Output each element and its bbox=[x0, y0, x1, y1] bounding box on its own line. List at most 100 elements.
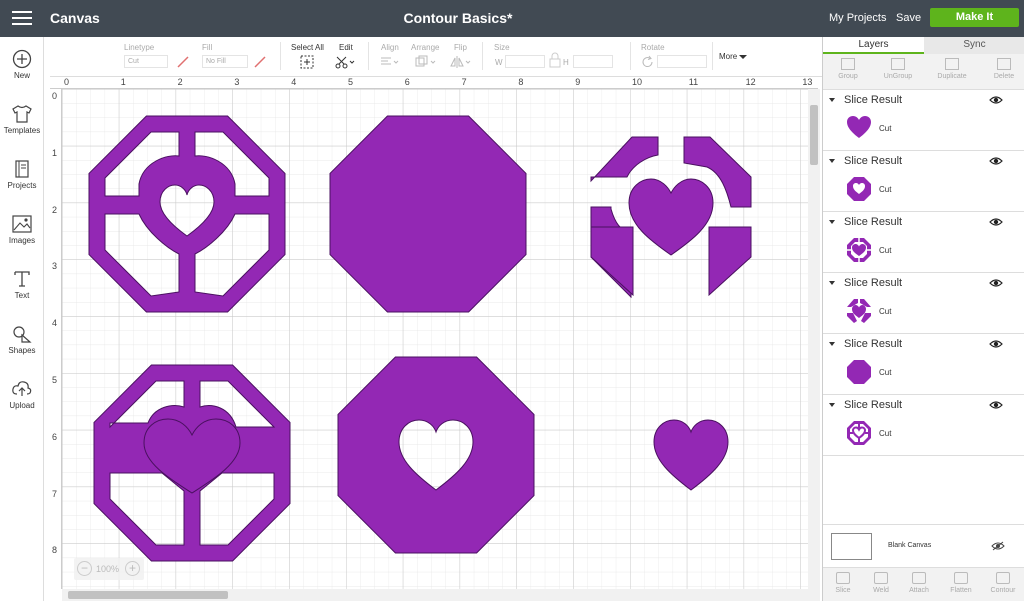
select-all-button[interactable]: Select All bbox=[291, 43, 324, 52]
align-menu[interactable]: Align bbox=[381, 43, 399, 52]
select-all-icon[interactable] bbox=[300, 55, 314, 69]
linetype-color-icon[interactable] bbox=[176, 55, 190, 69]
caret-down-icon[interactable] bbox=[829, 403, 835, 407]
caret-down-icon[interactable] bbox=[829, 159, 835, 163]
layer-linetype: Cut bbox=[879, 246, 892, 255]
shape-corners-heart[interactable] bbox=[590, 136, 752, 299]
layer-thumbnail[interactable] bbox=[845, 175, 873, 203]
layer-group[interactable]: Slice Result Cut bbox=[823, 90, 1024, 151]
layer-thumbnail[interactable] bbox=[845, 236, 873, 264]
shape-octagon-frame-solid-heart[interactable] bbox=[93, 364, 291, 562]
vertical-scrollbar[interactable] bbox=[808, 89, 820, 589]
eye-icon[interactable] bbox=[989, 400, 1003, 410]
sidebar-item-projects[interactable]: Projects bbox=[0, 159, 44, 209]
shape-octagon-solid[interactable] bbox=[329, 115, 527, 313]
width-label: W bbox=[495, 58, 503, 67]
edit-toolbar: Linetype Cut Fill No Fill Select All Edi… bbox=[50, 37, 822, 77]
sidebar-item-templates[interactable]: Templates bbox=[0, 104, 44, 154]
eye-icon[interactable] bbox=[989, 339, 1003, 349]
group-button[interactable]: Group bbox=[823, 58, 873, 80]
scrollbar-thumb[interactable] bbox=[810, 105, 818, 165]
blank-canvas-swatch[interactable] bbox=[831, 533, 872, 560]
caret-down-icon[interactable] bbox=[829, 98, 835, 102]
fill-select[interactable]: No Fill bbox=[202, 55, 248, 68]
caret-down-icon[interactable] bbox=[829, 281, 835, 285]
size-label: Size bbox=[494, 43, 510, 52]
attach-button[interactable]: Attach bbox=[899, 572, 939, 594]
sidebar-item-images[interactable]: Images bbox=[0, 214, 44, 264]
tab-sync[interactable]: Sync bbox=[924, 37, 1024, 54]
caret-down-icon[interactable] bbox=[829, 342, 835, 346]
linetype-select[interactable]: Cut bbox=[124, 55, 168, 68]
eye-icon[interactable] bbox=[989, 217, 1003, 227]
width-input[interactable] bbox=[505, 55, 545, 68]
shapes-icon bbox=[13, 326, 32, 343]
height-label: H bbox=[563, 58, 569, 67]
layer-thumbnail[interactable] bbox=[845, 114, 873, 142]
sidebar-item-new[interactable]: New bbox=[0, 49, 44, 99]
eye-icon[interactable] bbox=[989, 278, 1003, 288]
duplicate-button[interactable]: Duplicate bbox=[927, 58, 977, 80]
layer-thumbnail[interactable] bbox=[845, 358, 873, 386]
delete-button[interactable]: Delete bbox=[979, 58, 1024, 80]
save-button[interactable]: Save bbox=[896, 12, 921, 24]
layer-group-name: Slice Result bbox=[844, 155, 903, 167]
arrange-icon[interactable] bbox=[415, 55, 437, 69]
edit-menu[interactable]: Edit bbox=[339, 43, 353, 52]
make-it-button[interactable]: Make It bbox=[930, 8, 1019, 27]
layer-group[interactable]: Slice Result Cut bbox=[823, 395, 1024, 456]
layer-thumbnail[interactable] bbox=[845, 419, 873, 447]
weld-button[interactable]: Weld bbox=[861, 572, 901, 594]
sidebar-item-text[interactable]: Text bbox=[0, 269, 44, 319]
sidebar-item-shapes[interactable]: Shapes bbox=[0, 324, 44, 374]
eye-icon[interactable] bbox=[989, 156, 1003, 166]
layer-group[interactable]: Slice Result Cut bbox=[823, 212, 1024, 273]
layer-group[interactable]: Slice Result Cut bbox=[823, 151, 1024, 212]
trash-icon bbox=[997, 58, 1011, 70]
zoom-control: − 100% + bbox=[74, 558, 144, 580]
ruler-top: 0 1 2 3 4 5 6 7 8 9 10 11 12 13 bbox=[50, 77, 818, 89]
ruler-left: 0 1 2 3 4 5 6 7 8 bbox=[50, 89, 62, 589]
shape-heart-solid[interactable] bbox=[653, 419, 729, 491]
my-projects-link[interactable]: My Projects bbox=[829, 12, 886, 24]
contour-button[interactable]: Contour bbox=[983, 572, 1023, 594]
flip-icon[interactable] bbox=[450, 55, 472, 69]
rotate-input[interactable] bbox=[657, 55, 707, 68]
ruler-tick-label: 6 bbox=[52, 431, 58, 442]
shape-octagon-frame-heart[interactable] bbox=[88, 115, 286, 313]
book-icon bbox=[15, 160, 29, 178]
zoom-out-button[interactable]: − bbox=[77, 561, 92, 576]
design-canvas[interactable] bbox=[50, 77, 818, 589]
hamburger-menu-icon[interactable] bbox=[12, 11, 32, 26]
fill-color-icon[interactable] bbox=[253, 55, 267, 69]
eye-icon[interactable] bbox=[989, 95, 1003, 105]
layer-group[interactable]: Slice Result Cut bbox=[823, 273, 1024, 334]
sidebar-item-upload[interactable]: Upload bbox=[0, 379, 44, 429]
lock-icon[interactable] bbox=[548, 51, 562, 71]
flip-menu[interactable]: Flip bbox=[454, 43, 467, 52]
ungroup-button[interactable]: UnGroup bbox=[873, 58, 923, 80]
height-input[interactable] bbox=[573, 55, 613, 68]
flatten-button[interactable]: Flatten bbox=[941, 572, 981, 594]
scrollbar-thumb[interactable] bbox=[68, 591, 228, 599]
layer-linetype: Cut bbox=[879, 429, 892, 438]
caret-down-icon[interactable] bbox=[829, 220, 835, 224]
zoom-in-button[interactable]: + bbox=[125, 561, 140, 576]
tab-layers[interactable]: Layers bbox=[823, 37, 924, 54]
weld-icon bbox=[874, 572, 888, 584]
shape-octagon-heart-cutout[interactable] bbox=[337, 356, 535, 554]
layer-group-name: Slice Result bbox=[844, 94, 903, 106]
blank-canvas-row[interactable]: Blank Canvas bbox=[823, 524, 1024, 564]
horizontal-scrollbar[interactable] bbox=[62, 589, 820, 601]
layer-group[interactable]: Slice Result Cut bbox=[823, 334, 1024, 395]
layer-thumbnail[interactable] bbox=[845, 297, 873, 325]
slice-button[interactable]: Slice bbox=[823, 572, 863, 594]
more-menu[interactable]: More bbox=[719, 52, 737, 61]
eye-hidden-icon[interactable] bbox=[991, 541, 1005, 551]
scissors-icon[interactable] bbox=[335, 55, 355, 69]
arrange-menu[interactable]: Arrange bbox=[411, 43, 439, 52]
sidebar-label: Images bbox=[8, 236, 36, 245]
align-icon[interactable] bbox=[380, 56, 400, 68]
chevron-down-icon[interactable] bbox=[739, 54, 747, 60]
sidebar-label: Text bbox=[14, 291, 30, 300]
